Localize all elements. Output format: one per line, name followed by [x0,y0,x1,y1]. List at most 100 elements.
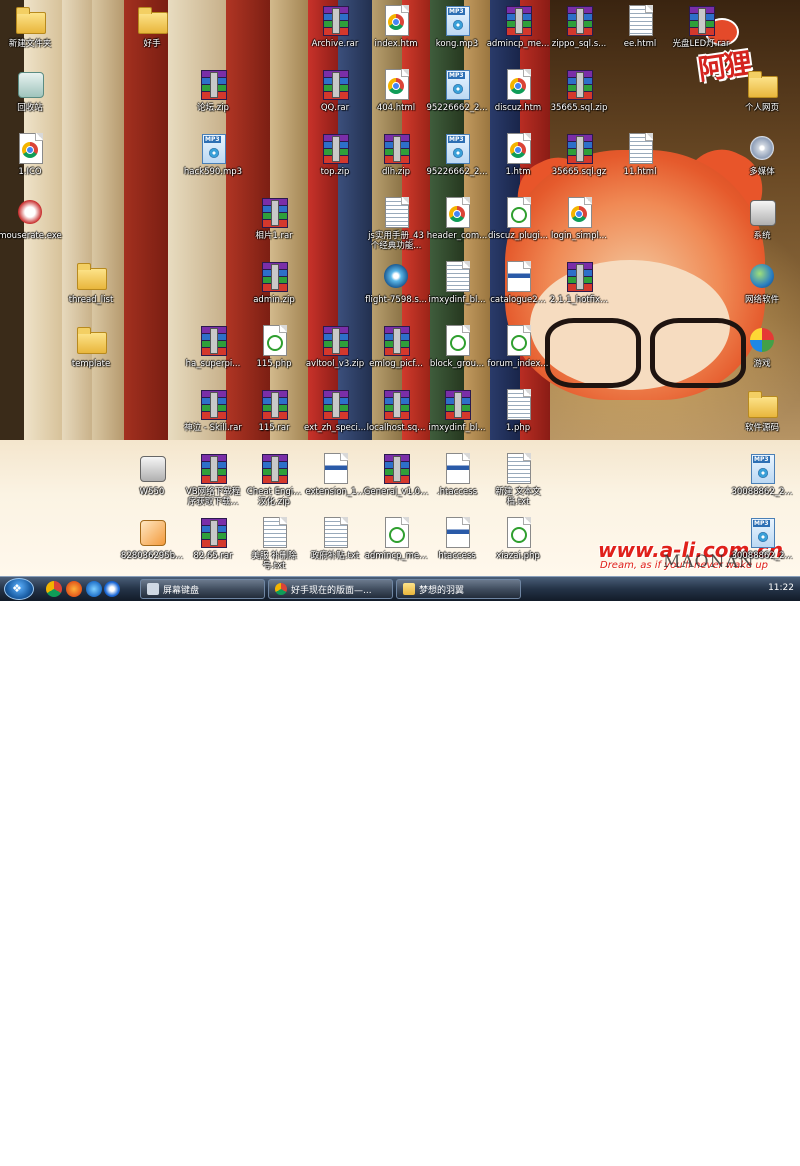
watermark-small: www.maonan.com [700,1156,783,1166]
desktop-icon[interactable]: 11.html [604,132,676,177]
archive-icon [319,324,351,356]
keyboard-icon [147,583,159,595]
taskbar-button-keyboard[interactable]: 屏幕键盘 [140,579,265,599]
archive-icon [380,452,412,484]
text-file-icon [380,196,412,228]
desktop-icon[interactable]: 相片1.rar [238,196,310,241]
archive-icon [441,388,473,420]
desktop-icon-label: 1.ICO [18,167,42,177]
desktop-icon[interactable]: 35665.sql.zip [543,68,615,113]
desktop-icon-label: 多媒体 [749,167,775,177]
wallpaper-book [124,0,168,470]
desktop-icon[interactable]: MP3 30088862_2... [726,516,798,561]
chrome-icon[interactable] [46,581,62,597]
html-file-icon [380,4,412,36]
mouse-icon [14,196,46,228]
folder-icon [746,68,778,100]
desktop-icon[interactable]: template [55,324,127,369]
desktop-icon-label: 11.html [623,167,657,177]
desktop-icon[interactable]: MP3 30088862_2... [726,452,798,497]
desktop-icon[interactable]: 多媒体 [726,132,798,177]
text-file-icon [441,260,473,292]
desktop-icon[interactable]: 系统 [726,196,798,241]
windows-logo-icon: ❖ [12,582,22,595]
desktop-icon-label: 软件源码 [744,423,779,433]
desktop-icon-label: admin.zip [253,295,295,305]
shortcut-icon [136,452,168,484]
globe-icon [746,260,778,292]
desktop-icon[interactable]: admin.zip [238,260,310,305]
desktop-icon-label: thread_list [68,295,114,305]
desktop-icon[interactable]: 新建文件夹 [0,4,66,49]
system-tray: 11:22 [762,577,800,601]
php-file-icon [380,516,412,548]
taskbar-button-chrome[interactable]: 好手现在的版面—... [268,579,393,599]
start-button[interactable]: ❖ [4,578,34,600]
text-file-icon [624,132,656,164]
desktop-icon-label: 30088862_2... [731,487,793,497]
mp3-file-icon: MP3 [746,452,778,484]
desktop-icon-label: 论坛.zip [197,103,229,113]
desktop-icon[interactable]: login_simpl... [543,196,615,241]
archive-icon [197,516,229,548]
archive-icon [197,452,229,484]
desktop-icon[interactable]: forum_index... [482,324,554,369]
desktop-icon-label: login_simpl... [551,231,607,241]
archive-icon [197,68,229,100]
php-file-icon [502,196,534,228]
desktop-icon[interactable]: 光盘LED灯.rar [665,4,737,49]
desktop-icon-label: 1.php [505,423,531,433]
mp3-file-icon: MP3 [441,68,473,100]
archive-icon [319,388,351,420]
mp3-file-icon: MP3 [197,132,229,164]
desktop-icon-label: 相片1.rar [255,231,293,241]
ie-icon[interactable] [86,581,102,597]
text-file-icon [502,452,534,484]
desktop-icon[interactable]: 论坛.zip [177,68,249,113]
desktop-icon[interactable]: 新建 文本文 档.txt [482,452,554,507]
media-file-icon [380,260,412,292]
firefox-icon[interactable] [66,581,82,597]
taskbar-button-label: 好手现在的版面—... [291,586,372,596]
taskbar-button-folder[interactable]: 梦想的羽翼 [396,579,521,599]
desktop[interactable]: 阿狸 www.a-li.com.cn Dream, as if you'll n… [0,0,800,576]
mp3-file-icon: MP3 [441,4,473,36]
taskbar: ❖ 屏幕键盘 好手现在的版面—... 梦想的羽翼 www.maonan.com … [0,576,800,1166]
desktop-icon[interactable]: thread_list [55,260,127,305]
archive-icon [563,68,595,100]
clock[interactable]: 11:22 [768,583,794,593]
desktop-icon[interactable]: 回收站 [0,68,66,113]
desktop-icon-label: mouserate.exe [0,231,62,241]
desktop-icon[interactable]: 好手 [116,4,188,49]
desktop-icon-label: 个人网页 [744,103,779,113]
desktop-icon[interactable]: 1.ICO [0,132,66,177]
folder-icon [403,583,415,595]
archive-icon [258,388,290,420]
document-icon [502,260,534,292]
archive-icon [258,260,290,292]
desktop-icon[interactable]: 软件源码 [726,388,798,433]
wallpaper-book [62,0,92,470]
text-file-icon [502,388,534,420]
desktop-icon[interactable]: mouserate.exe [0,196,66,241]
qq-icon[interactable] [104,581,120,597]
desktop-icon[interactable]: MP3 hack590.mp3 [177,132,249,177]
desktop-icon[interactable]: xiazai.php [482,516,554,561]
archive-icon [380,132,412,164]
folder-icon [75,260,107,292]
desktop-icon[interactable]: 1.php [482,388,554,433]
folder-icon [136,4,168,36]
chrome-icon [275,583,287,595]
archive-icon [563,132,595,164]
desktop-icon-label: 30088862_2... [731,551,793,561]
php-file-icon [502,516,534,548]
desktop-icon[interactable]: 游戏 [726,324,798,369]
archive-icon [563,260,595,292]
archive-icon [502,4,534,36]
desktop-icon-label: 好手 [143,39,161,49]
desktop-icon-label: 新建文件夹 [8,39,52,49]
desktop-icon-label: hack590.mp3 [183,167,243,177]
desktop-icon[interactable]: 个人网页 [726,68,798,113]
desktop-icon[interactable]: 2.1.1_hotfix... [543,260,615,305]
desktop-icon[interactable]: 网络软件 [726,260,798,305]
